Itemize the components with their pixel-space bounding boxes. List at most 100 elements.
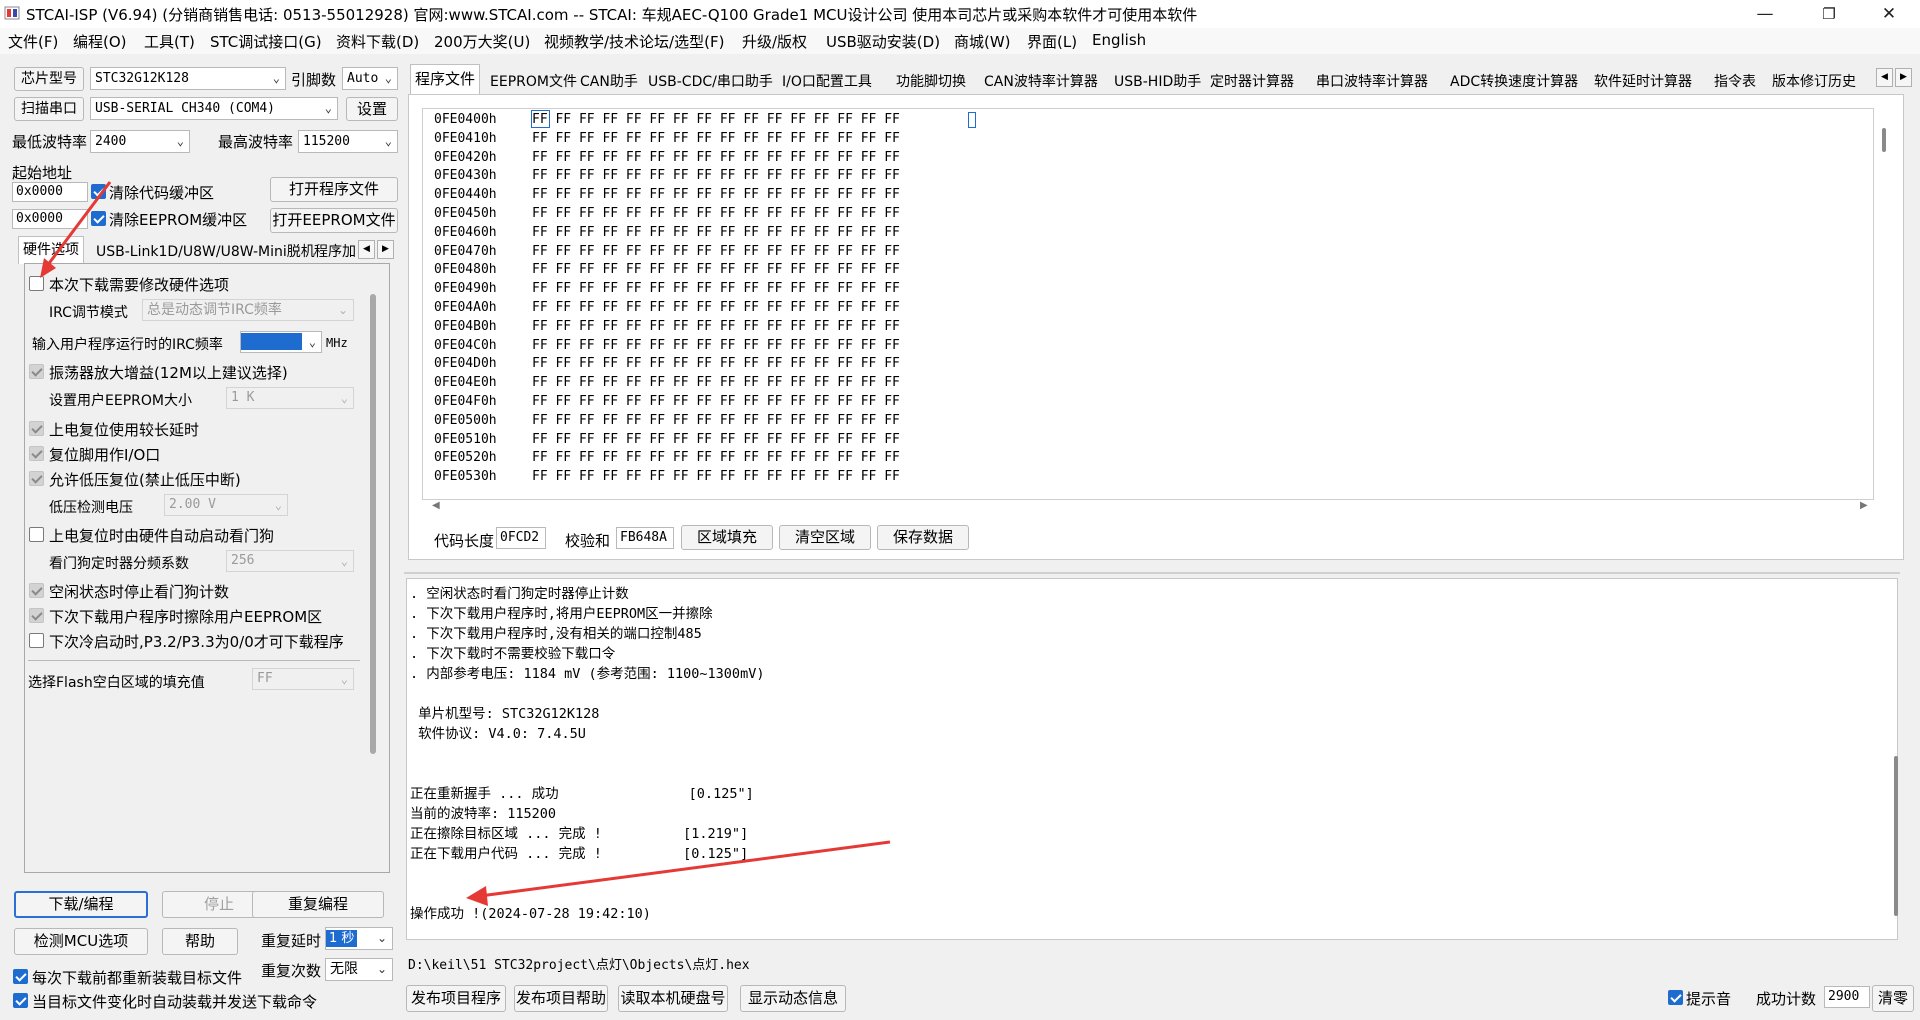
- publish-program-button[interactable]: 发布项目程序: [406, 985, 506, 1012]
- long-delay-checkbox[interactable]: [29, 421, 44, 436]
- cold-boot-checkbox[interactable]: [29, 633, 44, 648]
- menu-file[interactable]: 文件(F): [8, 31, 58, 52]
- tab-hardware-options[interactable]: 硬件选项: [18, 236, 84, 264]
- scroll-right-icon[interactable]: ▶: [1860, 500, 1868, 511]
- tab-timer-calc[interactable]: 定时器计算器: [1206, 68, 1298, 94]
- irc-mode-select[interactable]: 总是动态调节IRC频率 ⌄: [142, 299, 354, 321]
- settings-button[interactable]: 设置: [346, 97, 398, 121]
- splitter[interactable]: [404, 572, 1900, 574]
- chip-type-button[interactable]: 芯片型号: [14, 67, 84, 91]
- tab-usb-link[interactable]: USB-Link1D/U8W/U8W-Mini脱机: [92, 239, 319, 263]
- reload-checkbox[interactable]: [13, 969, 28, 984]
- repeat-delay-select[interactable]: 1 秒 ⌄: [325, 927, 393, 950]
- reprogram-button[interactable]: 重复编程: [252, 891, 384, 918]
- modify-hw-checkbox[interactable]: [29, 276, 44, 291]
- tab-program-encrypt[interactable]: 程序加: [310, 239, 360, 263]
- low-volt-reset-checkbox[interactable]: [29, 471, 44, 486]
- hex-bytes[interactable]: FF FF FF FF FF FF FF FF FF FF FF FF FF F…: [532, 244, 900, 259]
- publish-help-button[interactable]: 发布项目帮助: [514, 985, 608, 1012]
- wdt-div-select[interactable]: 256 ⌄: [226, 550, 354, 572]
- eeprom-addr-input[interactable]: 0x0000: [12, 209, 88, 229]
- tab-usb-cdc[interactable]: USB-CDC/串口助手: [644, 68, 777, 94]
- code-addr-input[interactable]: 0x0000: [12, 182, 88, 202]
- erase-eeprom-checkbox[interactable]: [29, 608, 44, 623]
- pin-count-select[interactable]: Auto ⌄: [342, 67, 398, 90]
- hex-bytes[interactable]: FF FF FF FF FF FF FF FF FF FF FF FF FF F…: [532, 394, 900, 409]
- hex-bytes[interactable]: FF FF FF FF FF FF FF FF FF FF FF FF FF F…: [532, 375, 900, 390]
- open-eeprom-button[interactable]: 打开EEPROM文件: [270, 208, 398, 233]
- menu-upgrade[interactable]: 升级/版权: [742, 31, 807, 52]
- clear-count-button[interactable]: 清零: [1872, 985, 1914, 1012]
- hex-bytes[interactable]: FF FF FF FF FF FF FF FF FF FF FF FF FF F…: [532, 131, 900, 146]
- menu-program[interactable]: 编程(O): [73, 31, 127, 52]
- tab-scroll-right-icon[interactable]: ▶: [377, 240, 394, 259]
- prompt-checkbox[interactable]: [1668, 990, 1683, 1005]
- tab-usb-hid[interactable]: USB-HID助手: [1110, 68, 1205, 94]
- hex-bytes[interactable]: FF FF FF FF FF FF FF FF FF FF FF FF FF F…: [532, 319, 900, 334]
- download-program-button[interactable]: 下载/编程: [14, 891, 148, 918]
- hex-bytes[interactable]: FF FF FF FF FF FF FF FF FF FF FF FF FF F…: [532, 413, 900, 428]
- chip-type-select[interactable]: STC32G12K128 ⌄: [90, 67, 286, 90]
- hex-bytes[interactable]: FF FF FF FF FF FF FF FF FF FF FF FF FF F…: [532, 225, 900, 240]
- irc-freq-select[interactable]: 11.0592 ⌄: [240, 331, 322, 353]
- tab-delay-calc[interactable]: 软件延时计算器: [1590, 68, 1696, 94]
- hex-bytes[interactable]: FF FF FF FF FF FF FF FF FF FF FF FF FF F…: [532, 150, 900, 165]
- scroll-left-icon[interactable]: ◀: [432, 500, 440, 511]
- menu-prize[interactable]: 200万大奖(U): [434, 31, 530, 52]
- hex-bytes[interactable]: FF FF FF FF FF FF FF FF FF FF FF FF FF F…: [532, 356, 900, 371]
- hex-bytes[interactable]: FF FF FF FF FF FF FF FF FF FF FF FF FF F…: [532, 112, 900, 127]
- close-button[interactable]: ✕: [1860, 0, 1918, 28]
- tab-adc-speed[interactable]: ADC转换速度计算器: [1446, 68, 1582, 94]
- port-select[interactable]: USB-SERIAL CH340 (COM4) ⌄: [90, 97, 338, 120]
- clear-eeprom-checkbox[interactable]: [91, 211, 106, 226]
- menu-english[interactable]: English: [1092, 31, 1146, 49]
- hex-bytes[interactable]: FF FF FF FF FF FF FF FF FF FF FF FF FF F…: [532, 206, 900, 221]
- menu-video[interactable]: 视频教学/技术论坛/选型(F): [544, 31, 724, 52]
- clear-code-checkbox[interactable]: [91, 184, 106, 199]
- hex-bytes[interactable]: FF FF FF FF FF FF FF FF FF FF FF FF FF F…: [532, 281, 900, 296]
- reset-io-checkbox[interactable]: [29, 446, 44, 461]
- hex-bytes[interactable]: FF FF FF FF FF FF FF FF FF FF FF FF FF F…: [532, 300, 900, 315]
- menu-usb-driver[interactable]: USB驱动安装(D): [826, 31, 940, 52]
- tab-scroll-right-icon[interactable]: ▶: [1895, 68, 1912, 87]
- wdt-auto-checkbox[interactable]: [29, 527, 44, 542]
- osc-gain-checkbox[interactable]: [29, 364, 44, 379]
- tab-can-helper[interactable]: CAN助手: [576, 68, 642, 94]
- tab-program-file[interactable]: 程序文件: [410, 64, 481, 94]
- tab-can-baud[interactable]: CAN波特率计算器: [980, 68, 1102, 94]
- tab-scroll-left-icon[interactable]: ◀: [358, 240, 375, 259]
- log-vscroll-thumb[interactable]: [1894, 756, 1898, 916]
- fill-region-button[interactable]: 区域填充: [681, 525, 773, 550]
- options-scrollbar[interactable]: [370, 294, 376, 754]
- tab-pin-switch[interactable]: 功能脚切换: [892, 68, 970, 94]
- menu-shop[interactable]: 商城(W): [954, 31, 1011, 52]
- min-baud-select[interactable]: 2400 ⌄: [90, 130, 190, 153]
- clear-region-button[interactable]: 清空区域: [779, 525, 871, 550]
- minimize-button[interactable]: —: [1736, 0, 1794, 28]
- max-baud-select[interactable]: 115200 ⌄: [298, 130, 398, 153]
- hex-bytes[interactable]: FF FF FF FF FF FF FF FF FF FF FF FF FF F…: [532, 168, 900, 183]
- tab-io-config[interactable]: I/O口配置工具: [778, 68, 876, 94]
- menu-tools[interactable]: 工具(T): [144, 31, 195, 52]
- tab-scroll-left-icon[interactable]: ◀: [1876, 68, 1893, 87]
- save-data-button[interactable]: 保存数据: [877, 525, 969, 550]
- low-volt-select[interactable]: 2.00 V ⌄: [164, 494, 288, 516]
- hex-bytes[interactable]: FF FF FF FF FF FF FF FF FF FF FF FF FF F…: [532, 450, 900, 465]
- tab-uart-baud[interactable]: 串口波特率计算器: [1312, 68, 1432, 94]
- tab-instruction-table[interactable]: 指令表: [1710, 68, 1760, 94]
- read-disk-button[interactable]: 读取本机硬盘号: [618, 985, 728, 1012]
- hex-bytes[interactable]: FF FF FF FF FF FF FF FF FF FF FF FF FF F…: [532, 262, 900, 277]
- wdt-idle-checkbox[interactable]: [29, 583, 44, 598]
- maximize-button[interactable]: ❐: [1800, 0, 1858, 28]
- hex-bytes[interactable]: FF FF FF FF FF FF FF FF FF FF FF FF FF F…: [532, 432, 900, 447]
- autosend-checkbox[interactable]: [13, 993, 28, 1008]
- detect-mcu-button[interactable]: 检测MCU选项: [14, 928, 148, 955]
- menu-downloads[interactable]: 资料下载(D): [336, 31, 419, 52]
- eeprom-size-select[interactable]: 1 K ⌄: [226, 387, 354, 409]
- hex-bytes[interactable]: FF FF FF FF FF FF FF FF FF FF FF FF FF F…: [532, 469, 900, 484]
- help-button[interactable]: 帮助: [162, 928, 238, 955]
- fill-value-select[interactable]: FF ⌄: [252, 668, 354, 690]
- menu-debug[interactable]: STC调试接口(G): [210, 31, 322, 52]
- tab-version-history[interactable]: 版本修订历史: [1768, 68, 1860, 94]
- hex-bytes[interactable]: FF FF FF FF FF FF FF FF FF FF FF FF FF F…: [532, 187, 900, 202]
